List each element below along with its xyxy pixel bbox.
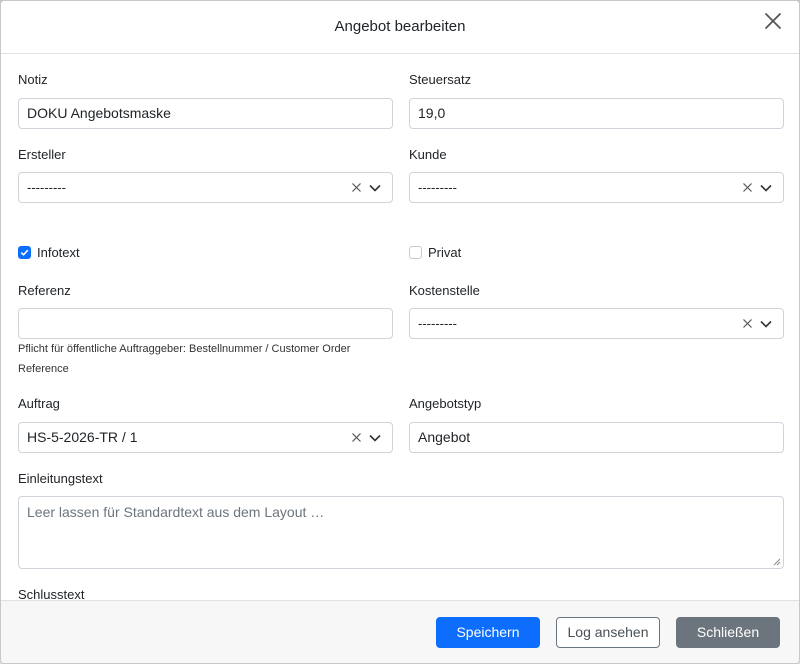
chevron-down-icon[interactable]	[759, 318, 773, 330]
kunde-label: Kunde	[409, 147, 447, 162]
infotext-checkbox[interactable]	[18, 246, 31, 259]
auftrag-select[interactable]: HS-5-2026-TR / 1	[18, 422, 393, 453]
chevron-down-icon[interactable]	[368, 182, 382, 194]
dialog-body: Notiz DOKU Angebotsmaske Steuersatz 19,0…	[1, 55, 799, 600]
dialog-header: Angebot bearbeiten	[1, 1, 799, 54]
chevron-down-icon[interactable]	[759, 182, 773, 194]
auftrag-value: HS-5-2026-TR / 1	[27, 429, 138, 445]
check-icon	[20, 249, 29, 256]
kostenstelle-value: ---------	[418, 316, 457, 331]
ersteller-select[interactable]: ---------	[18, 172, 393, 203]
close-button[interactable]: Schließen	[676, 617, 780, 648]
ersteller-label: Ersteller	[18, 147, 66, 162]
privat-label: Privat	[428, 245, 462, 260]
save-button[interactable]: Speichern	[436, 617, 540, 648]
clear-icon[interactable]	[742, 182, 753, 193]
edit-offer-dialog: Angebot bearbeiten Notiz DOKU Angebotsma…	[0, 0, 800, 664]
chevron-down-icon[interactable]	[368, 432, 382, 444]
referenz-input[interactable]	[18, 308, 393, 339]
kunde-value: ---------	[418, 180, 457, 195]
referenz-label: Referenz	[18, 283, 71, 298]
einleitungstext-label: Einleitungstext	[18, 471, 103, 486]
einleitungstext-placeholder: Leer lassen für Standardtext aus dem Lay…	[27, 504, 325, 520]
clear-icon[interactable]	[351, 432, 362, 443]
infotext-label: Infotext	[37, 245, 80, 260]
kostenstelle-label: Kostenstelle	[409, 283, 480, 298]
ersteller-value: ---------	[27, 180, 66, 195]
view-log-button[interactable]: Log ansehen	[556, 617, 660, 648]
angebotstyp-input[interactable]: Angebot	[409, 422, 784, 453]
notiz-input[interactable]: DOKU Angebotsmaske	[18, 98, 393, 129]
steuersatz-input[interactable]: 19,0	[409, 98, 784, 129]
clear-icon[interactable]	[351, 182, 362, 193]
auftrag-label: Auftrag	[18, 396, 60, 411]
close-icon[interactable]	[761, 9, 785, 33]
angebotstyp-label: Angebotstyp	[409, 396, 482, 411]
notiz-label: Notiz	[18, 72, 48, 87]
privat-checkbox[interactable]	[409, 246, 422, 259]
schlusstext-label: Schlusstext	[18, 587, 85, 600]
kostenstelle-select[interactable]: ---------	[409, 308, 784, 339]
resize-handle-icon[interactable]	[773, 558, 781, 566]
steuersatz-label: Steuersatz	[409, 72, 472, 87]
referenz-help: Pflicht für öffentliche Auftraggeber: Be…	[18, 343, 351, 375]
dialog-title: Angebot bearbeiten	[334, 18, 466, 35]
einleitungstext-textarea[interactable]: Leer lassen für Standardtext aus dem Lay…	[18, 496, 784, 569]
clear-icon[interactable]	[742, 318, 753, 329]
kunde-select[interactable]: ---------	[409, 172, 784, 203]
dialog-footer: Speichern Log ansehen Schließen	[1, 600, 799, 663]
